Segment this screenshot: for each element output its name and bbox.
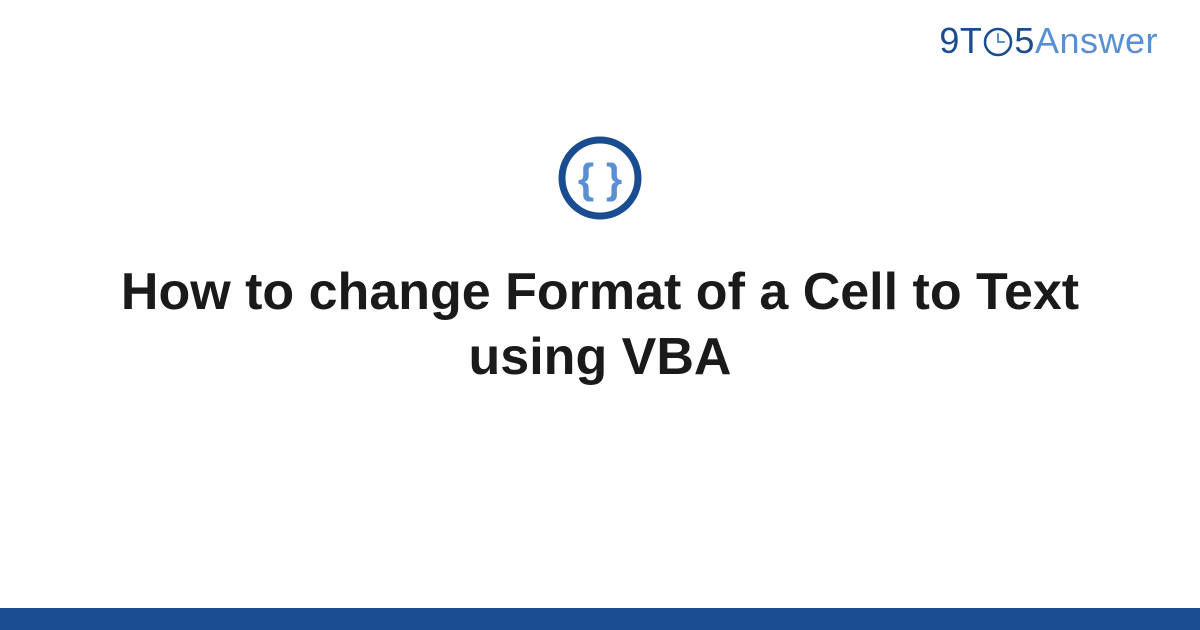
footer-accent-bar (0, 608, 1200, 630)
site-logo: 9T 5 Answer (939, 20, 1158, 62)
logo-text-5: 5 (1014, 20, 1035, 62)
logo-clock-icon (983, 27, 1013, 57)
svg-text:{ }: { } (578, 155, 622, 202)
logo-text-answer: Answer (1035, 20, 1158, 62)
page-title: How to change Format of a Cell to Text u… (0, 260, 1200, 390)
code-braces-icon: { } (557, 135, 643, 226)
logo-text-9t: 9T (939, 20, 982, 62)
